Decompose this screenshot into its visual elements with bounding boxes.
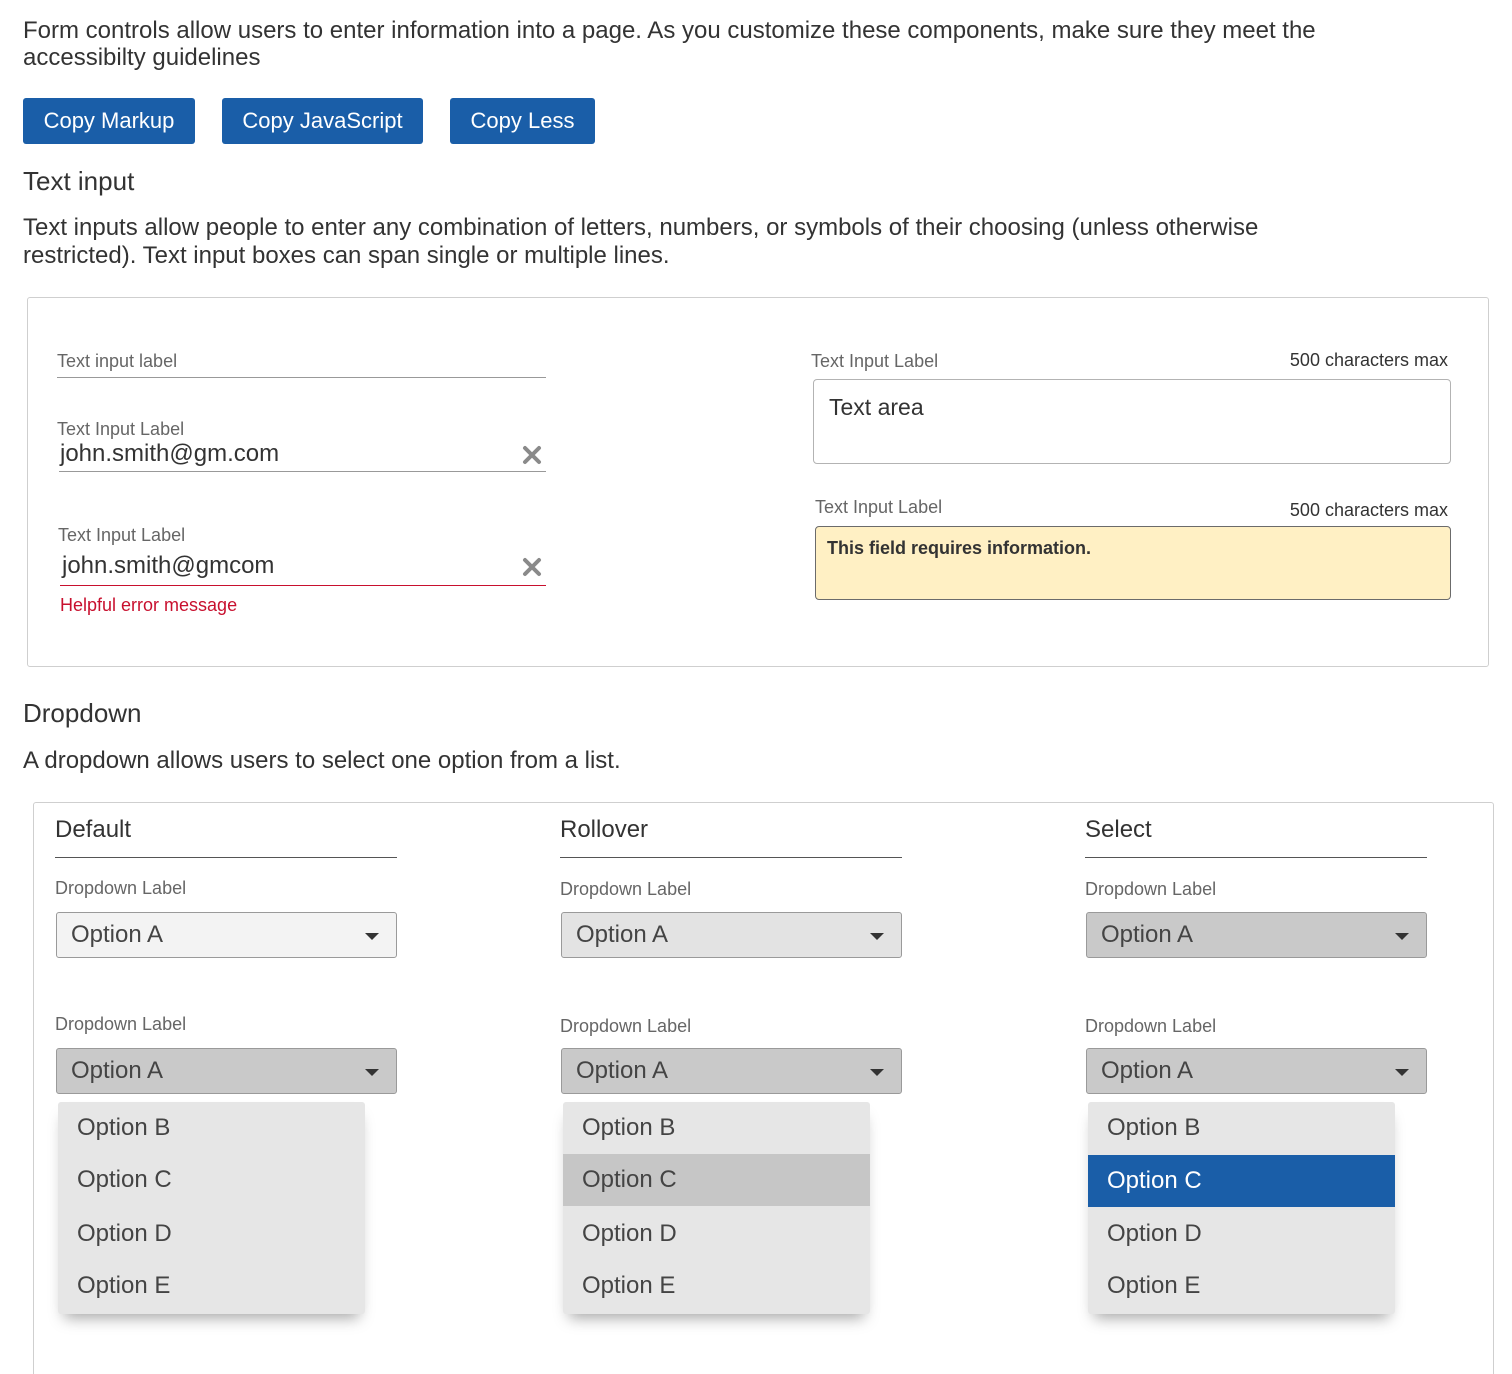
column-title-select: Select bbox=[1085, 816, 1427, 858]
dropdown-label: Dropdown Label bbox=[560, 879, 692, 899]
dropdown-label: Dropdown Label bbox=[55, 878, 187, 898]
dropdown-menu: Option B Option C Option D Option E bbox=[1088, 1102, 1395, 1314]
dropdown-option-selected[interactable]: Option C bbox=[1088, 1155, 1395, 1207]
column-title-default: Default bbox=[55, 816, 397, 858]
email-field-error[interactable]: john.smith@gmcom bbox=[60, 550, 546, 586]
dropdown-option[interactable]: Option D bbox=[1088, 1208, 1395, 1260]
error-input-label: Text Input Label bbox=[58, 525, 186, 545]
dropdown-option[interactable]: Option E bbox=[58, 1260, 365, 1312]
clear-icon[interactable] bbox=[521, 556, 543, 578]
dropdown-default[interactable]: Option A bbox=[56, 912, 397, 958]
dropdown-open[interactable]: Option A bbox=[561, 1048, 902, 1094]
dropdown-value: Option A bbox=[1101, 1057, 1194, 1084]
email-field-error-value: john.smith@gmcom bbox=[62, 552, 275, 579]
textarea-char-counter: 500 characters max bbox=[1289, 350, 1448, 370]
dropdown-option[interactable]: Option D bbox=[58, 1208, 365, 1260]
dropdown-label: Dropdown Label bbox=[560, 1016, 692, 1036]
dropdown-option[interactable]: Option B bbox=[58, 1102, 365, 1154]
copy-javascript-button[interactable]: Copy JavaScript bbox=[222, 98, 423, 144]
clear-icon[interactable] bbox=[521, 444, 543, 466]
dropdown-value: Option A bbox=[576, 921, 669, 948]
copy-markup-button[interactable]: Copy Markup bbox=[23, 98, 195, 144]
dropdown-option[interactable]: Option C bbox=[58, 1154, 365, 1206]
dropdown-panel: Default Dropdown Label Option A Dropdown… bbox=[33, 802, 1494, 1374]
dropdown-menu: Option B Option C Option D Option E bbox=[563, 1102, 870, 1314]
caret-down-icon bbox=[365, 1069, 379, 1076]
dropdown-menu: Option B Option C Option D Option E bbox=[58, 1102, 365, 1314]
text-input-heading: Text input bbox=[23, 166, 135, 196]
copy-less-button[interactable]: Copy Less bbox=[450, 98, 595, 144]
dropdown-label: Dropdown Label bbox=[1085, 879, 1217, 899]
textarea-value: Text area bbox=[829, 394, 924, 420]
dropdown-option[interactable]: Option E bbox=[563, 1260, 870, 1312]
empty-input-placeholder: Text input label bbox=[57, 351, 178, 371]
column-title-rollover: Rollover bbox=[560, 816, 902, 858]
caret-down-icon bbox=[1395, 1069, 1409, 1076]
dropdown-open[interactable]: Option A bbox=[56, 1048, 397, 1094]
dropdown-value: Option A bbox=[576, 1057, 669, 1084]
text-input-description: Text inputs allow people to enter any co… bbox=[23, 214, 1259, 269]
dropdown-description: A dropdown allows users to select one op… bbox=[23, 747, 621, 774]
textarea-error-field[interactable]: This field requires information. bbox=[815, 526, 1451, 600]
error-message: Helpful error message bbox=[60, 595, 238, 615]
dropdown-value: Option A bbox=[71, 921, 164, 948]
caret-down-icon bbox=[870, 1069, 884, 1076]
textarea-error-char-counter: 500 characters max bbox=[1289, 500, 1448, 520]
dropdown-value: Option A bbox=[1101, 921, 1194, 948]
dropdown-option-hovered[interactable]: Option C bbox=[563, 1154, 870, 1206]
textarea-label: Text Input Label bbox=[811, 351, 939, 371]
dropdown-label: Dropdown Label bbox=[1085, 1016, 1217, 1036]
caret-down-icon bbox=[870, 933, 884, 940]
caret-down-icon bbox=[1395, 933, 1409, 940]
dropdown-option[interactable]: Option B bbox=[563, 1102, 870, 1154]
empty-text-input[interactable]: Text input label bbox=[57, 348, 546, 378]
dropdown-option[interactable]: Option B bbox=[1088, 1102, 1395, 1154]
dropdown-rollover[interactable]: Option A bbox=[561, 912, 902, 958]
intro-text: Form controls allow users to enter infor… bbox=[23, 17, 1316, 71]
textarea-error-message: This field requires information. bbox=[827, 538, 1092, 558]
dropdown-option[interactable]: Option E bbox=[1088, 1260, 1395, 1312]
dropdown-label: Dropdown Label bbox=[55, 1014, 187, 1034]
caret-down-icon bbox=[365, 933, 379, 940]
dropdown-value: Option A bbox=[71, 1057, 164, 1084]
dropdown-option[interactable]: Option D bbox=[563, 1208, 870, 1260]
text-input-panel: Text input label Text Input Label john.s… bbox=[27, 297, 1489, 667]
email-field[interactable]: john.smith@gm.com bbox=[59, 438, 546, 472]
dropdown-select[interactable]: Option A bbox=[1086, 912, 1427, 958]
dropdown-open[interactable]: Option A bbox=[1086, 1048, 1427, 1094]
textarea-field[interactable]: Text area bbox=[813, 379, 1451, 464]
dropdown-heading: Dropdown bbox=[23, 698, 142, 728]
filled-input-label: Text Input Label bbox=[57, 419, 185, 439]
email-field-value: john.smith@gm.com bbox=[60, 440, 280, 467]
textarea-error-label: Text Input Label bbox=[815, 497, 943, 517]
